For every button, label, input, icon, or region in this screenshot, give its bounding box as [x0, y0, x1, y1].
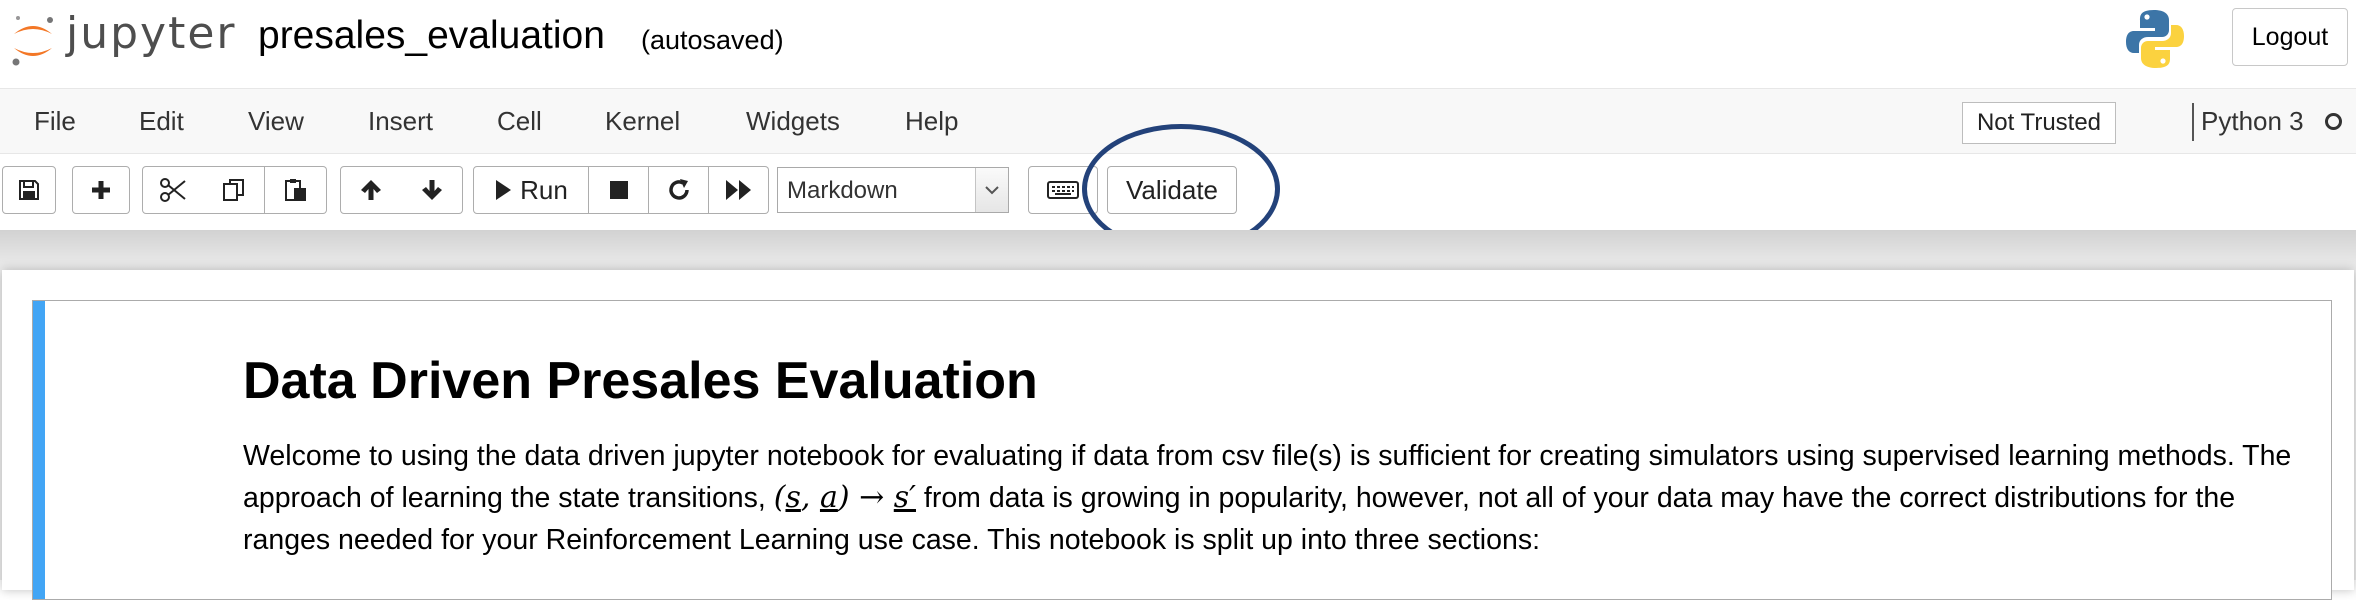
arrow-up-icon — [361, 180, 381, 200]
menu-view[interactable]: View — [248, 106, 304, 137]
cell-type-select[interactable]: Markdown — [777, 167, 1009, 213]
markdown-cell[interactable]: Data Driven Presales Evaluation Welcome … — [32, 300, 2332, 600]
jupyter-logo[interactable]: jupyter — [8, 6, 240, 72]
interrupt-kernel-button[interactable] — [589, 166, 649, 214]
validate-button[interactable]: Validate — [1107, 166, 1237, 214]
autosave-status: (autosaved) — [641, 25, 784, 55]
copy-button[interactable] — [203, 166, 265, 214]
run-button[interactable]: Run — [473, 166, 589, 214]
move-down-button[interactable] — [401, 166, 463, 214]
cell-selected-indicator — [33, 301, 45, 599]
cut-button[interactable] — [142, 166, 204, 214]
insert-cell-button[interactable] — [72, 166, 130, 214]
notebook-name[interactable]: presales_evaluation — [258, 14, 605, 58]
stop-icon — [609, 181, 628, 199]
state-transition-formula: (s, a) → s′ — [773, 480, 916, 515]
menu-cell[interactable]: Cell — [497, 106, 542, 137]
fast-forward-icon — [725, 180, 751, 200]
save-button[interactable] — [2, 166, 56, 214]
arrow-down-icon — [421, 180, 442, 200]
paste-button[interactable] — [265, 166, 327, 214]
toolbar: Run Markdown Validate — [0, 154, 2356, 230]
menu-help[interactable]: Help — [905, 106, 958, 137]
restart-icon — [668, 179, 689, 200]
header: jupyter presales_evaluation (autosaved) … — [0, 0, 2356, 88]
run-label: Run — [520, 174, 568, 205]
chevron-down-icon[interactable] — [975, 168, 1008, 212]
math-next-state: s′ — [893, 480, 916, 515]
copy-icon — [222, 179, 244, 201]
scissors-icon — [160, 178, 186, 202]
notebook-area: Data Driven Presales Evaluation Welcome … — [0, 230, 2356, 600]
plus-icon — [92, 181, 110, 199]
logout-button[interactable]: Logout — [2232, 8, 2348, 66]
kernel-name[interactable]: Python 3 — [2201, 106, 2304, 137]
menu-file[interactable]: File — [34, 106, 76, 137]
restart-run-all-button[interactable] — [709, 166, 769, 214]
math-state: s — [785, 480, 801, 515]
save-icon — [19, 180, 39, 200]
validate-label: Validate — [1125, 174, 1219, 205]
jupyter-logo-icon — [12, 16, 53, 66]
cell-type-value: Markdown — [787, 177, 898, 204]
command-palette-button[interactable] — [1028, 166, 1098, 214]
cell-paragraph: Welcome to using the data driven jupyter… — [243, 435, 2303, 561]
kernel-idle-indicator-icon — [2325, 113, 2342, 130]
paste-icon — [284, 179, 306, 201]
keyboard-icon — [1047, 181, 1079, 199]
play-icon — [496, 180, 512, 200]
kernel-separator — [2192, 103, 2194, 141]
cell-heading: Data Driven Presales Evaluation — [243, 352, 1038, 410]
menu-edit[interactable]: Edit — [139, 106, 184, 137]
menu-widgets[interactable]: Widgets — [746, 106, 840, 137]
notebook-page: Data Driven Presales Evaluation Welcome … — [2, 270, 2354, 600]
math-action: a — [819, 480, 838, 515]
python-logo-icon — [2126, 10, 2184, 68]
menu-kernel[interactable]: Kernel — [605, 106, 680, 137]
move-up-button[interactable] — [340, 166, 402, 214]
jupyter-wordmark: jupyter — [66, 8, 237, 59]
not-trusted-button[interactable]: Not Trusted — [1962, 102, 2116, 144]
restart-kernel-button[interactable] — [649, 166, 709, 214]
menu-insert[interactable]: Insert — [368, 106, 433, 137]
menubar: File Edit View Insert Cell Kernel Widget… — [0, 88, 2356, 154]
